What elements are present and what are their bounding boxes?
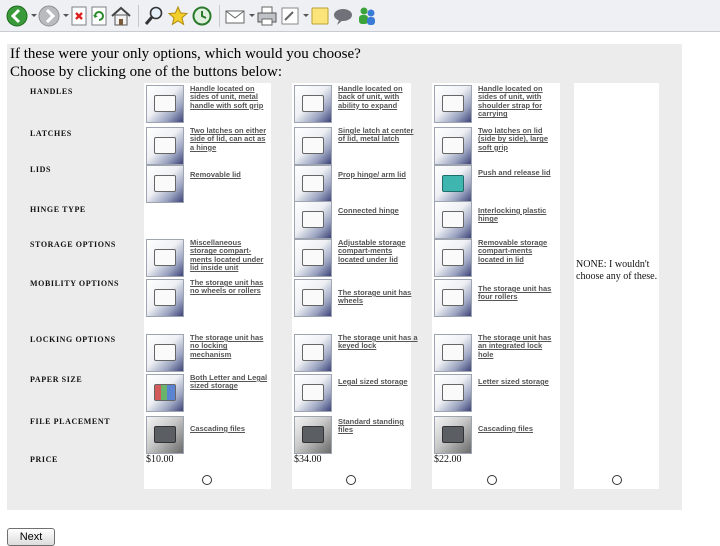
option-1-locking-text: The storage unit has no locking mechanis…	[190, 333, 264, 359]
stop-icon[interactable]	[70, 4, 88, 28]
handles-image	[294, 85, 332, 123]
storage-image	[294, 239, 332, 277]
option-2-lids-text: Prop hinge/ arm lid	[338, 170, 406, 179]
back-icon[interactable]	[6, 4, 28, 28]
locking-image	[294, 334, 332, 372]
mobility-image	[146, 279, 184, 317]
option-3-mobility-text: The storage unit has four rollers	[478, 284, 552, 302]
locking-image	[434, 334, 472, 372]
option-3-radio[interactable]	[487, 475, 497, 485]
latches-image	[434, 127, 472, 165]
row-label-handles: HANDLES	[30, 87, 73, 96]
lid-image	[146, 165, 184, 203]
option-3-paper-text: Letter sized storage	[478, 377, 549, 386]
option-3-lids-text: Push and release lid	[478, 168, 551, 177]
question-line-1: If these were your only options, which w…	[10, 46, 361, 62]
lid-image	[294, 165, 332, 203]
messenger-icon[interactable]	[356, 4, 378, 28]
option-2-latches-text: Single latch at center of lid, metal lat…	[338, 126, 414, 144]
storage-image	[434, 239, 472, 277]
mail-dropdown-icon[interactable]	[248, 4, 256, 28]
paper-image	[146, 374, 184, 412]
file-image	[434, 416, 472, 454]
option-3-price: $22.00	[434, 454, 462, 465]
option-3-latches-text: Two latches on lid (side by side), large…	[478, 126, 549, 152]
option-1-file-text: Cascading files	[190, 424, 246, 433]
handles-image	[146, 85, 184, 123]
option-1-mobility-text: The storage unit has no wheels or roller…	[190, 278, 264, 296]
option-column-none: NONE: I wouldn't choose any of these.	[574, 83, 659, 489]
option-2-storage-text: Adjustable storage compart-ments located…	[338, 238, 406, 264]
hinge-image	[434, 201, 472, 239]
paper-image	[294, 374, 332, 412]
history-icon[interactable]	[191, 4, 213, 28]
search-icon[interactable]	[143, 4, 165, 28]
paper-image	[434, 374, 472, 412]
option-2-price: $34.00	[294, 454, 322, 465]
option-1-handles-text: Handle located on sides of unit, metal h…	[190, 84, 264, 110]
next-button[interactable]: Next	[7, 528, 55, 546]
edit-icon[interactable]	[280, 4, 300, 28]
row-label-file-placement: FILE PLACEMENT	[30, 417, 111, 426]
option-2-locking-text: The storage unit has a keyed lock	[338, 333, 418, 351]
option-2-hinge-text: Connected hinge	[338, 206, 399, 215]
row-label-mobility-options: MOBILITY OPTIONS	[30, 279, 120, 288]
row-label-storage-options: STORAGE OPTIONS	[30, 240, 116, 249]
option-2-mobility-text: The storage unit has wheels	[338, 288, 412, 306]
option-3-hinge-text: Interlocking plastic hinge	[478, 206, 547, 224]
option-1-paper-text: Both Letter and Legal sized storage	[190, 373, 268, 391]
option-1-latches-text: Two latches on either side of lid, can a…	[190, 126, 267, 152]
row-label-locking-options: LOCKING OPTIONS	[30, 335, 116, 344]
option-1-price: $10.00	[146, 454, 174, 465]
survey-panel: If these were your only options, which w…	[7, 44, 682, 510]
row-label-hinge-type: HINGE TYPE	[30, 205, 86, 214]
row-label-latches: LATCHES	[30, 129, 72, 138]
option-2-radio[interactable]	[346, 475, 356, 485]
mail-icon[interactable]	[224, 4, 246, 28]
option-3-handles-text: Handle located on sides of unit, with sh…	[478, 84, 543, 119]
option-2-file-text: Standard standing files	[338, 417, 404, 435]
option-2-handles-text: Handle located on back of unit, with abi…	[338, 84, 403, 110]
option-3-file-text: Cascading files	[478, 424, 534, 433]
option-2-paper-text: Legal sized storage	[338, 377, 408, 386]
toolbar-separator	[138, 4, 139, 27]
forward-dropdown-icon[interactable]	[62, 4, 70, 28]
option-3-locking-text: The storage unit has an integrated lock …	[478, 333, 552, 359]
toolbar-separator	[219, 4, 220, 27]
latches-image	[146, 127, 184, 165]
option-column-2: Handle located on back of unit, with abi…	[292, 83, 418, 489]
discuss-icon[interactable]	[332, 4, 354, 28]
option-1-storage-text: Miscellaneous storage compart-ments loca…	[190, 238, 264, 273]
lid-image	[434, 165, 472, 203]
mobility-image	[294, 279, 332, 317]
option-3-storage-text: Removable storage compart-ments located …	[478, 238, 548, 264]
option-1-lids-text: Removable lid	[190, 170, 241, 179]
option-column-1: Handle located on sides of unit, metal h…	[144, 83, 271, 489]
home-icon[interactable]	[110, 4, 132, 28]
row-label-paper-size: PAPER SIZE	[30, 375, 83, 384]
row-label-price: PRICE	[30, 455, 58, 464]
print-icon[interactable]	[256, 4, 278, 28]
row-label-lids: LIDS	[30, 165, 52, 174]
refresh-icon[interactable]	[90, 4, 108, 28]
option-1-radio[interactable]	[202, 475, 212, 485]
back-dropdown-icon[interactable]	[30, 4, 38, 28]
question-line-2: Choose by clicking one of the buttons be…	[10, 64, 283, 80]
none-option-text: NONE: I wouldn't choose any of these.	[576, 259, 658, 282]
note-icon[interactable]	[310, 4, 330, 28]
storage-image	[146, 239, 184, 277]
option-column-3: Handle located on sides of unit, with sh…	[432, 83, 560, 489]
none-option-radio[interactable]	[612, 475, 622, 485]
latches-image	[294, 127, 332, 165]
file-image	[294, 416, 332, 454]
handles-image	[434, 85, 472, 123]
mobility-image	[434, 279, 472, 317]
locking-image	[146, 334, 184, 372]
hinge-image	[294, 201, 332, 239]
file-image	[146, 416, 184, 454]
edit-dropdown-icon[interactable]	[302, 4, 310, 28]
forward-icon[interactable]	[38, 4, 60, 28]
favorites-icon[interactable]	[167, 4, 189, 28]
browser-toolbar	[0, 0, 720, 32]
